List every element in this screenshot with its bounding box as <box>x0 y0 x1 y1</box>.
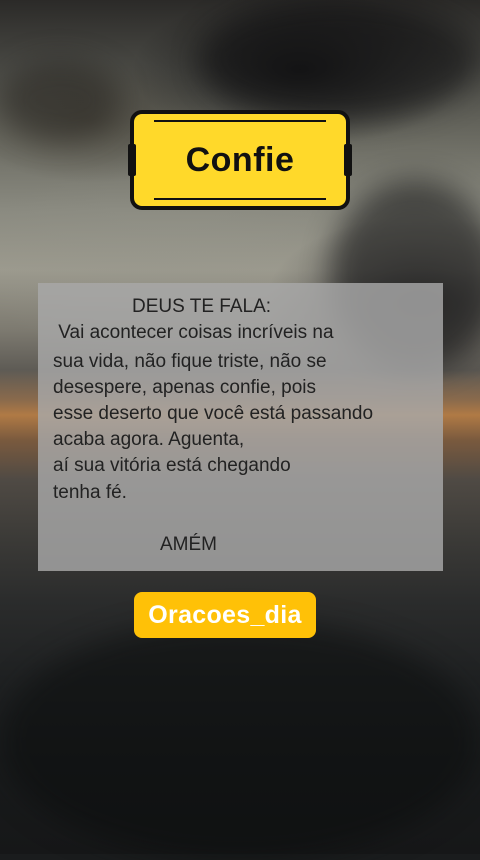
message-panel: DEUS TE FALA: Vai acontecer coisas incrí… <box>38 283 443 571</box>
title-top-rule <box>154 120 326 122</box>
message-line: Vai acontecer coisas incríveis na <box>53 322 334 343</box>
message-line: aí sua vitória está chegando <box>53 455 291 476</box>
title-left-notch <box>128 144 136 176</box>
message-heading: DEUS TE FALA: <box>132 296 272 317</box>
account-handle-text: Oracoes_dia <box>148 600 302 629</box>
message-line: desespere, apenas confie, pois <box>53 377 317 398</box>
message-line: esse deserto que você está passando <box>53 403 374 424</box>
message-line: tenha fé. <box>53 482 127 503</box>
account-handle-badge[interactable]: Oracoes_dia <box>134 592 316 638</box>
message-line: acaba agora. Aguenta, <box>53 429 245 450</box>
message-closing: AMÉM <box>160 534 217 555</box>
message-line: sua vida, não fique triste, não se <box>53 351 327 372</box>
title-badge: Confie <box>128 110 352 210</box>
title-right-notch <box>344 144 352 176</box>
title-text: Confie <box>185 140 295 179</box>
title-bottom-rule <box>154 198 326 200</box>
